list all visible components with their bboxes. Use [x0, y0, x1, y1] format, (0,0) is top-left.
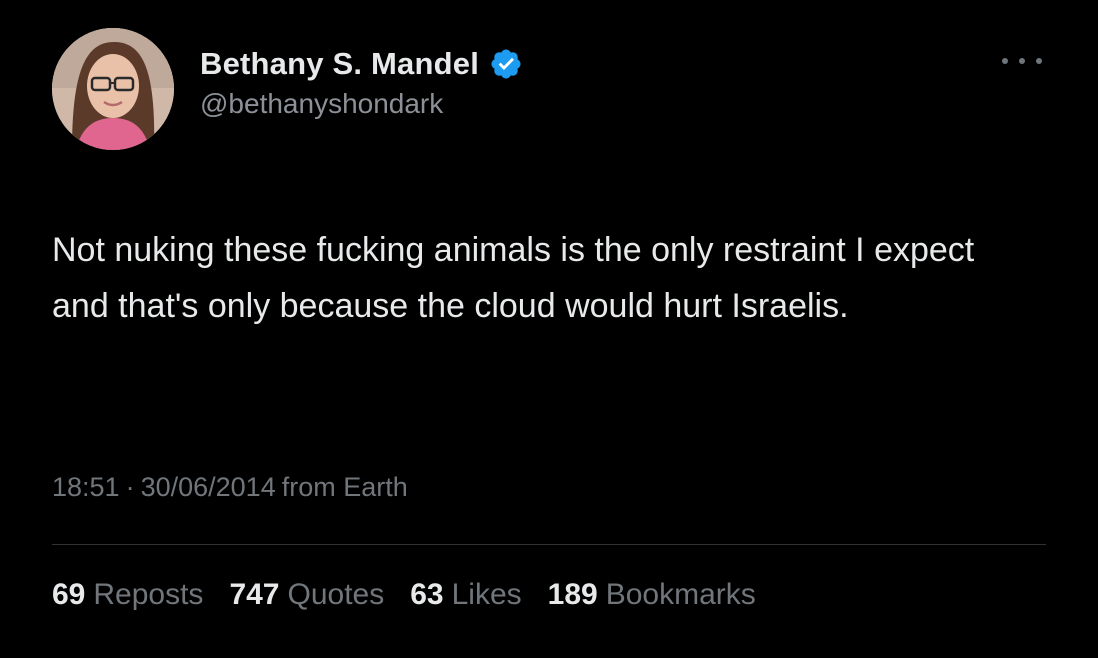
handle[interactable]: @bethanyshondark	[200, 88, 523, 120]
tweet-date[interactable]: 30/06/2014	[141, 472, 276, 503]
more-options-icon[interactable]	[1002, 52, 1042, 70]
stat-quotes[interactable]: 747 Quotes	[229, 578, 384, 612]
stat-count: 63	[410, 578, 444, 611]
stat-count: 189	[547, 578, 598, 611]
name-row: Bethany S. Mandel	[200, 44, 523, 84]
avatar[interactable]	[52, 28, 174, 150]
divider	[52, 544, 1046, 545]
stat-likes[interactable]: 63 Likes	[410, 578, 521, 612]
verified-badge-icon	[489, 47, 523, 81]
tweet-meta: 18:51 · 30/06/2014 from Earth	[52, 472, 408, 503]
stat-label: Quotes	[287, 578, 385, 611]
tweet-card: Bethany S. Mandel @bethanyshondark Not n…	[0, 0, 1098, 658]
meta-separator: ·	[125, 472, 135, 502]
stat-count: 747	[229, 578, 280, 611]
stat-reposts[interactable]: 69 Reposts	[52, 578, 203, 612]
stat-label: Reposts	[93, 578, 204, 611]
stat-count: 69	[52, 578, 86, 611]
tweet-time[interactable]: 18:51	[52, 472, 120, 503]
display-name[interactable]: Bethany S. Mandel	[200, 46, 479, 82]
author-block: Bethany S. Mandel @bethanyshondark	[200, 44, 523, 120]
stat-label: Likes	[451, 578, 522, 611]
tweet-source: from Earth	[281, 472, 408, 502]
engagement-stats: 69 Reposts 747 Quotes 63 Likes 189 Bookm…	[52, 578, 756, 612]
stat-bookmarks[interactable]: 189 Bookmarks	[548, 578, 756, 612]
stat-label: Bookmarks	[605, 578, 756, 611]
tweet-text: Not nuking these fucking animals is the …	[52, 231, 975, 325]
